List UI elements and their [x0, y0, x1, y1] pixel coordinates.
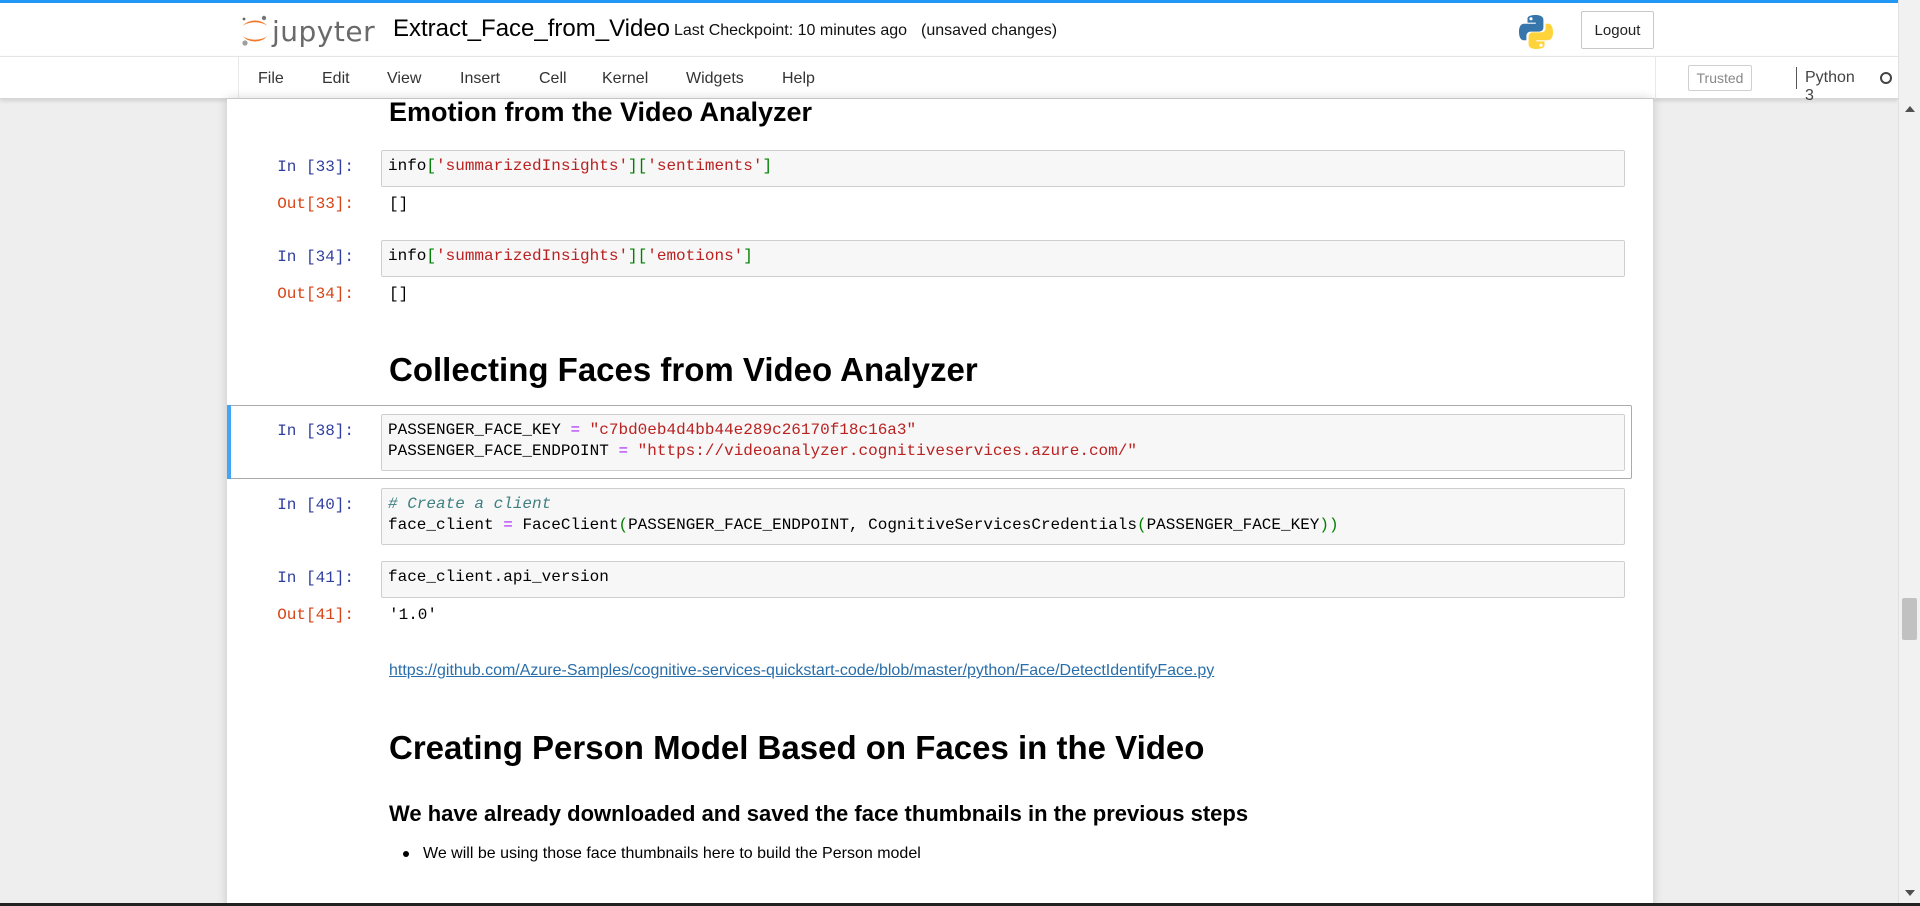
list-item-text: We will be using those face thumbnails h… [423, 845, 921, 862]
jupyter-logo-text: jupyter [272, 14, 376, 48]
code-comment: # Create a client [388, 495, 552, 513]
code-token: PASSENGER_FACE_ENDPOINT [388, 442, 609, 460]
cell-output: [] [389, 285, 409, 303]
code-token: [ [426, 157, 437, 175]
scrollbar-thumb[interactable] [1902, 598, 1917, 640]
menu-edit[interactable]: Edit [322, 70, 350, 88]
input-prompt: In [38]: [277, 422, 354, 440]
code-token: [ [426, 247, 437, 265]
menu-kernel[interactable]: Kernel [602, 70, 648, 88]
heading-collecting: Collecting Faces from Video Analyzer [389, 351, 978, 388]
code-token: FaceClient [522, 516, 619, 534]
selection-indicator [227, 405, 231, 479]
list-item: We will be using those face thumbnails h… [403, 845, 921, 863]
notebook-container: Emotion from the Video Analyzer In [33]:… [227, 99, 1653, 906]
code-token: PASSENGER_FACE_KEY [388, 421, 561, 439]
python-logo-icon [1519, 15, 1553, 49]
menu-insert[interactable]: Insert [460, 70, 500, 88]
logout-button[interactable]: Logout [1581, 11, 1654, 49]
menu-container: File Edit View Insert Cell Kernel Widget… [238, 57, 1892, 104]
code-token: = [618, 442, 629, 460]
menu-cell[interactable]: Cell [539, 70, 567, 88]
scroll-down-arrow-icon[interactable] [1905, 890, 1915, 896]
subheading-thumbnails: We have already downloaded and saved the… [389, 801, 1249, 826]
code-token: 'summarizedInsights' [436, 247, 629, 265]
kernel-name[interactable]: Python 3 [1805, 69, 1855, 105]
scroll-up-arrow-icon[interactable] [1905, 106, 1915, 112]
code-token: info [388, 157, 427, 175]
code-token: ( [1136, 516, 1147, 534]
code-cell-40[interactable]: # Create a client face_client = FaceClie… [381, 488, 1625, 545]
kernel-divider [1796, 67, 1797, 89]
heading-emotion: Emotion from the Video Analyzer [389, 99, 813, 127]
code-token: PASSENGER_FACE_KEY [1146, 516, 1320, 534]
cell-output: '1.0' [389, 606, 438, 624]
code-token: info [388, 247, 427, 265]
code-token: ] [743, 247, 753, 265]
header-bar: jupyter Extract_Face_from_Video Last Che… [0, 0, 1898, 56]
bullet-icon [403, 851, 409, 857]
code-token: ][ [628, 157, 648, 175]
input-prompt: In [40]: [277, 496, 354, 514]
notebook-title[interactable]: Extract_Face_from_Video [393, 15, 670, 43]
unsaved-changes-text: (unsaved changes) [921, 22, 1058, 39]
vertical-scrollbar[interactable] [1898, 0, 1920, 906]
output-prompt: Out[41]: [277, 606, 354, 624]
code-token: 'summarizedInsights' [436, 157, 629, 175]
output-prompt: Out[34]: [277, 285, 354, 303]
code-token: CognitiveServicesCredentials [868, 516, 1137, 534]
code-token: 'sentiments' [647, 157, 763, 175]
code-cell-38[interactable]: PASSENGER_FACE_KEY = "c7bd0eb4d4bb44e289… [381, 414, 1625, 471]
checkpoint-text: Last Checkpoint: 10 minutes ago [674, 22, 908, 39]
input-prompt: In [33]: [277, 158, 354, 176]
menu-file[interactable]: File [258, 70, 284, 88]
checkpoint-status: Last Checkpoint: 10 minutes ago (unsaved … [674, 22, 1057, 40]
menu-bar: File Edit View Insert Cell Kernel Widget… [0, 56, 1898, 104]
menu-view[interactable]: View [387, 70, 421, 88]
code-token: ] [762, 157, 773, 175]
menu-help[interactable]: Help [782, 70, 815, 88]
jupyter-logo-icon [242, 15, 267, 46]
code-token: = [503, 516, 513, 534]
code-cell-33[interactable]: info['summarizedInsights']['sentiments'] [381, 150, 1625, 187]
code-token: 'emotions' [647, 247, 744, 265]
code-cell-34[interactable]: info['summarizedInsights']['emotions'] [381, 240, 1625, 277]
code-token: ( [618, 516, 629, 534]
code-token: PASSENGER_FACE_ENDPOINT [628, 516, 849, 534]
code-token: = [570, 421, 581, 439]
jupyter-logo[interactable]: jupyter [240, 11, 375, 51]
heading-person: Creating Person Model Based on Faces in … [389, 729, 1205, 766]
output-prompt: Out[33]: [277, 195, 354, 213]
cell-output: [] [389, 195, 409, 213]
github-link[interactable]: https://github.com/Azure-Samples/cogniti… [389, 662, 1214, 680]
menu-widgets[interactable]: Widgets [686, 70, 744, 88]
trusted-indicator[interactable]: Trusted [1688, 65, 1752, 91]
code-token: face_client [388, 516, 494, 534]
input-prompt: In [34]: [277, 248, 354, 266]
code-cell-41[interactable]: face_client.api_version [381, 561, 1625, 598]
code-token: "https://videoanalyzer.cognitiveservices… [637, 442, 1137, 460]
code-token: "c7bd0eb4d4bb44e289c26170f18c16a3" [589, 421, 917, 439]
code-token: )) [1319, 516, 1339, 534]
code-token: ][ [628, 247, 648, 265]
input-prompt: In [41]: [277, 569, 354, 587]
kernel-status-icon [1880, 72, 1892, 84]
